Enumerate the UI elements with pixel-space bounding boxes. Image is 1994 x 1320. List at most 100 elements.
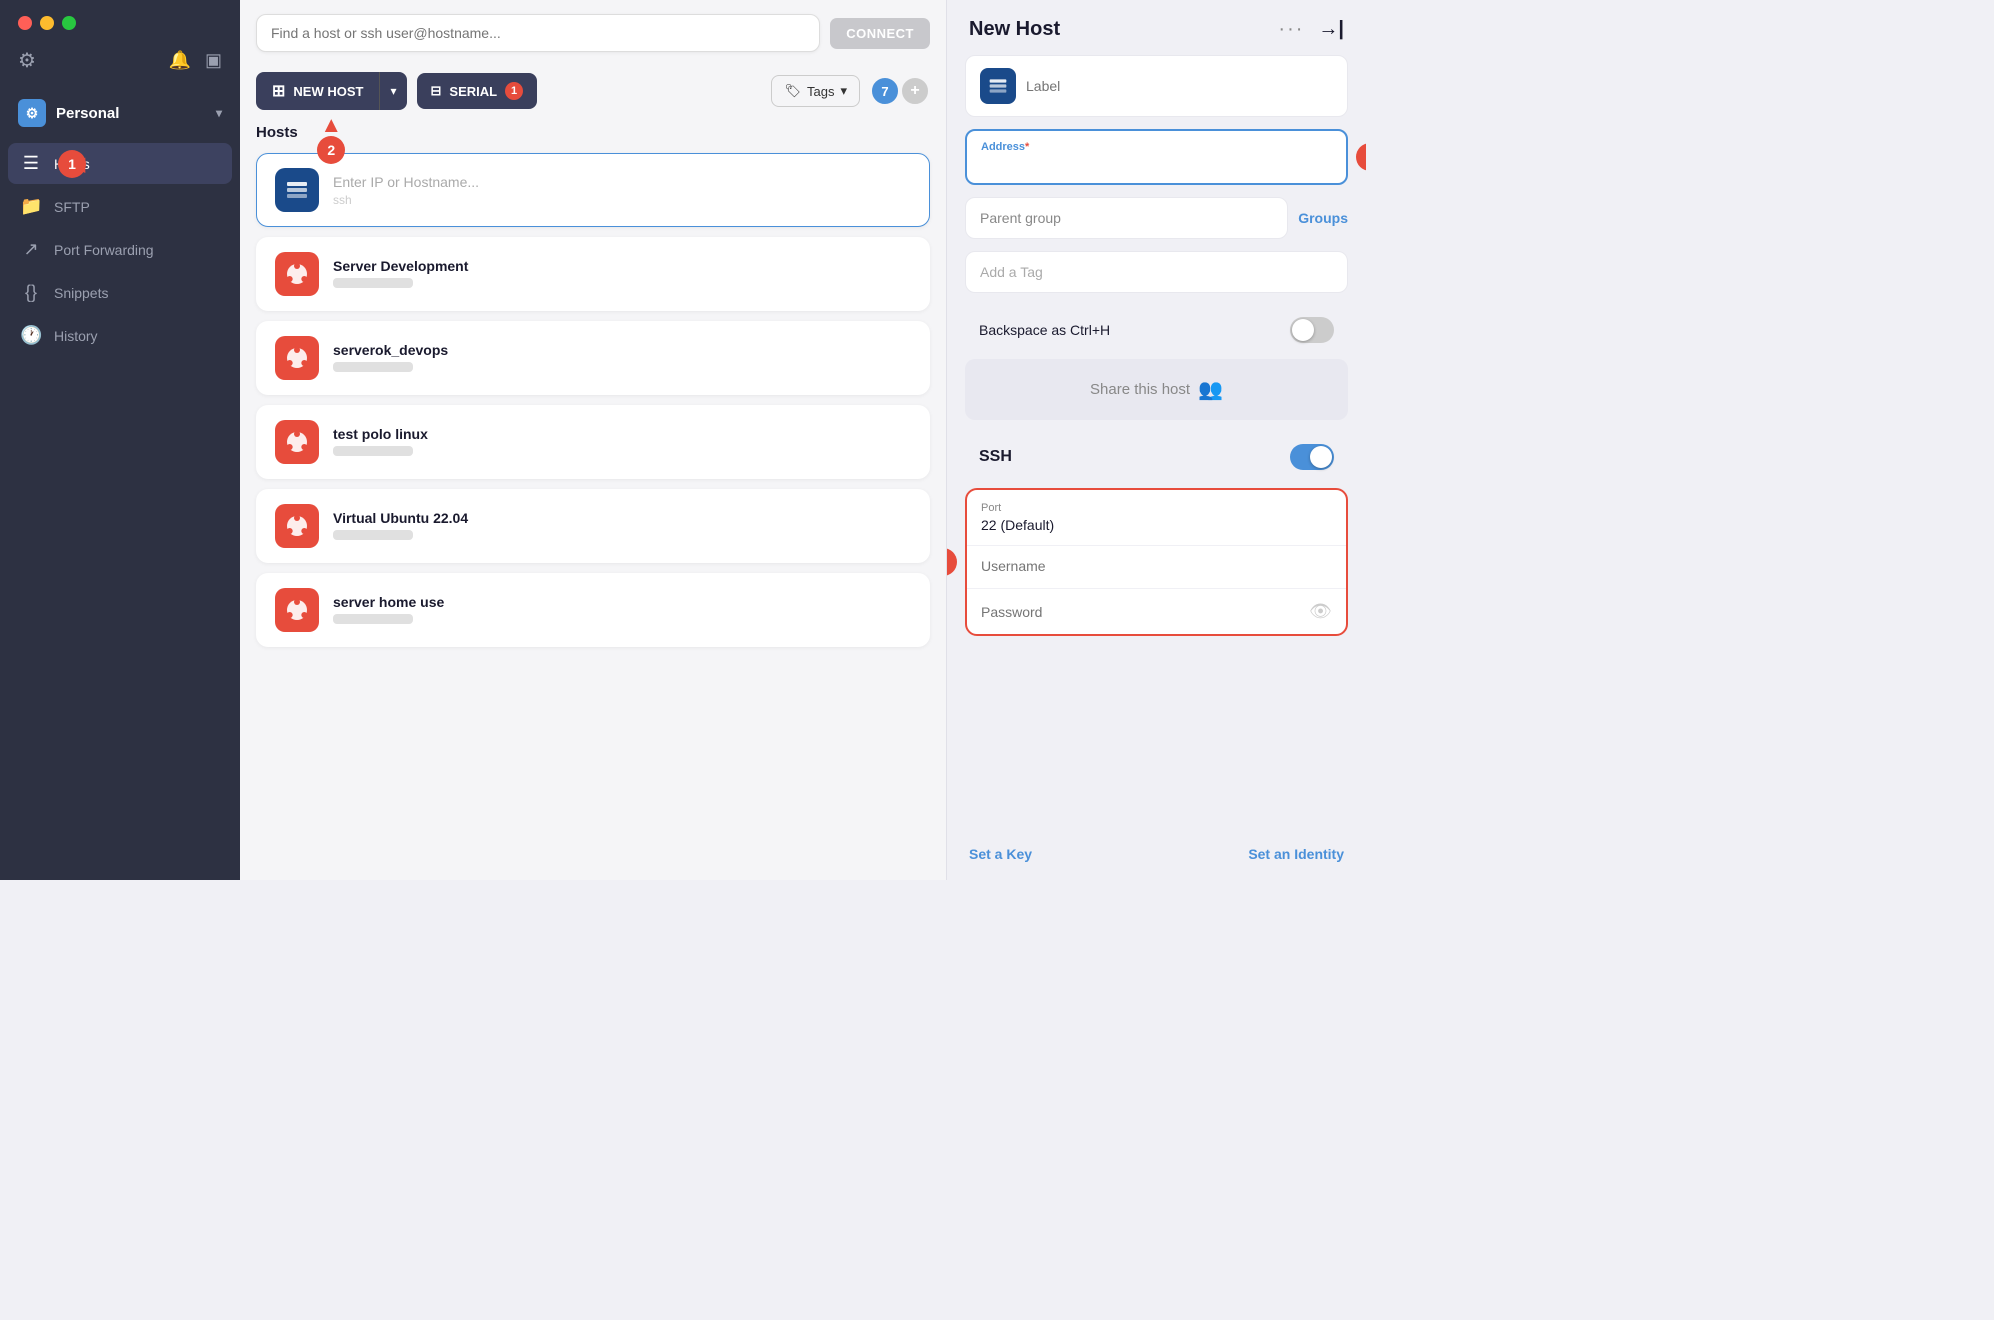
serial-icon: ⊟ <box>431 83 442 99</box>
close-button[interactable] <box>18 16 32 30</box>
host-info: server home use <box>333 594 911 627</box>
sidebar-item-label: SFTP <box>54 199 90 215</box>
new-host-info: Enter IP or Hostname... ssh <box>333 174 911 207</box>
annotation-3-circle: 3 <box>1356 143 1366 171</box>
list-item[interactable]: server home use <box>256 573 930 647</box>
ssh-password-field: 👁 <box>967 589 1346 634</box>
sidebar-item-hosts[interactable]: ☰ Hosts 1 ◀ <box>8 143 232 184</box>
annotation-2-arrow: ▲ <box>320 114 342 136</box>
maximize-button[interactable] <box>62 16 76 30</box>
ssh-header: SSH <box>965 434 1348 480</box>
host-info: Virtual Ubuntu 22.04 <box>333 510 911 543</box>
hosts-icon: ☰ <box>20 153 42 174</box>
search-bar: CONNECT <box>240 0 946 66</box>
address-row-wrap: Address* 3 <box>965 129 1348 185</box>
host-name: serverok_devops <box>333 342 911 358</box>
expand-panel-button[interactable]: →| <box>1318 18 1344 41</box>
annotation-3-wrap: 3 <box>1356 143 1366 171</box>
host-name: Virtual Ubuntu 22.04 <box>333 510 911 526</box>
host-name: test polo linux <box>333 426 911 442</box>
sidebar: ⚙ 🔔 ▣ ⚙ Personal ▾ ☰ Hosts 1 ◀ 📁 SFTP ↗ … <box>0 0 240 880</box>
username-input[interactable] <box>981 558 1332 574</box>
avatar[interactable]: 7 <box>870 76 900 106</box>
history-icon: 🕐 <box>20 325 42 346</box>
list-item[interactable]: Virtual Ubuntu 22.04 <box>256 489 930 563</box>
add-avatar-button[interactable]: + <box>900 76 930 106</box>
host-info: serverok_devops <box>333 342 911 375</box>
host-info: Server Development <box>333 258 911 291</box>
minimize-button[interactable] <box>40 16 54 30</box>
panel-title: New Host <box>969 18 1060 41</box>
ssh-toggle-thumb <box>1310 446 1332 468</box>
right-panel: New Host ··· →| Address* 3 <box>946 0 1366 880</box>
more-options-button[interactable]: ··· <box>1278 18 1304 41</box>
ssh-fields-wrap: Port 22 (Default) 👁 <box>965 488 1348 636</box>
tags-chevron-icon: ▾ <box>840 83 847 99</box>
serial-button[interactable]: ⊟ SERIAL 1 <box>417 73 538 109</box>
sidebar-item-history[interactable]: 🕐 History <box>8 315 232 356</box>
grid-icon: ⊞ <box>272 81 285 101</box>
host-sub <box>333 613 911 627</box>
host-sub <box>333 277 911 291</box>
annotation-4-wrap: 4 <box>946 548 957 576</box>
traffic-lights <box>0 0 240 40</box>
search-input[interactable] <box>271 25 805 41</box>
tag-row[interactable]: Add a Tag <box>965 251 1348 293</box>
bell-icon[interactable]: 🔔 <box>169 50 191 71</box>
terminal-icon[interactable]: ▣ <box>205 50 222 71</box>
parent-group-row: Parent group Groups <box>965 197 1348 239</box>
backspace-toggle[interactable] <box>1290 317 1334 343</box>
sidebar-item-label: Snippets <box>54 285 108 301</box>
connect-button[interactable]: CONNECT <box>830 18 930 49</box>
serial-label: SERIAL <box>449 84 497 99</box>
sidebar-top-right-icons: 🔔 ▣ <box>169 50 222 71</box>
ubuntu-icon <box>275 420 319 464</box>
ssh-label: SSH <box>979 448 1012 466</box>
hosts-section: Hosts Enter IP or Hostname... ssh Server <box>240 124 946 880</box>
account-switcher[interactable]: ⚙ Personal ▾ <box>0 89 240 143</box>
tag-icon: 🏷 <box>784 83 801 99</box>
list-item[interactable]: test polo linux <box>256 405 930 479</box>
new-host-button[interactable]: ⊞ NEW HOST <box>256 72 379 110</box>
ubuntu-icon <box>275 504 319 548</box>
host-info: test polo linux <box>333 426 911 459</box>
parent-group-input[interactable]: Parent group <box>965 197 1288 239</box>
ssh-section: SSH Port 22 (Default) <box>965 434 1348 636</box>
list-item[interactable]: serverok_devops <box>256 321 930 395</box>
groups-link[interactable]: Groups <box>1298 210 1348 226</box>
port-value[interactable]: 22 (Default) <box>981 517 1332 533</box>
ssh-toggle[interactable] <box>1290 444 1334 470</box>
ubuntu-icon <box>275 588 319 632</box>
address-input[interactable] <box>981 157 1332 173</box>
annotation-4-circle: 4 <box>946 548 957 576</box>
show-password-icon[interactable]: 👁 <box>1309 601 1332 622</box>
new-host-entry[interactable]: Enter IP or Hostname... ssh <box>256 153 930 227</box>
host-type-icon <box>980 68 1016 104</box>
set-identity-link[interactable]: Set an Identity <box>1248 846 1344 862</box>
snippets-icon: {} <box>20 282 42 303</box>
list-item[interactable]: Server Development <box>256 237 930 311</box>
tags-button[interactable]: 🏷 Tags ▾ <box>771 75 860 107</box>
sidebar-item-port-forwarding[interactable]: ↗ Port Forwarding <box>8 229 232 270</box>
set-key-link[interactable]: Set a Key <box>969 846 1032 862</box>
sidebar-item-sftp[interactable]: 📁 SFTP <box>8 186 232 227</box>
ssh-username-field <box>967 546 1346 589</box>
new-host-dropdown-button[interactable]: ▾ <box>379 72 406 110</box>
password-input[interactable] <box>981 604 1309 620</box>
account-label: Personal <box>56 105 119 122</box>
host-sub <box>333 361 911 375</box>
gear-icon[interactable]: ⚙ <box>18 48 36 73</box>
tags-label: Tags <box>807 84 834 99</box>
ssh-fields: Port 22 (Default) 👁 <box>965 488 1348 636</box>
host-name: Server Development <box>333 258 911 274</box>
share-row[interactable]: Share this host 👥 <box>965 359 1348 420</box>
annotation-2-wrap: ▲ 2 <box>317 114 345 164</box>
address-label: Address* <box>981 141 1332 153</box>
search-input-wrap[interactable] <box>256 14 820 52</box>
sidebar-item-snippets[interactable]: {} Snippets <box>8 272 232 313</box>
share-label: Share this host <box>1090 381 1190 398</box>
host-sub <box>333 529 911 543</box>
new-host-sub: ssh <box>333 193 911 207</box>
address-row: Address* <box>965 129 1348 185</box>
label-input[interactable] <box>1026 78 1333 94</box>
